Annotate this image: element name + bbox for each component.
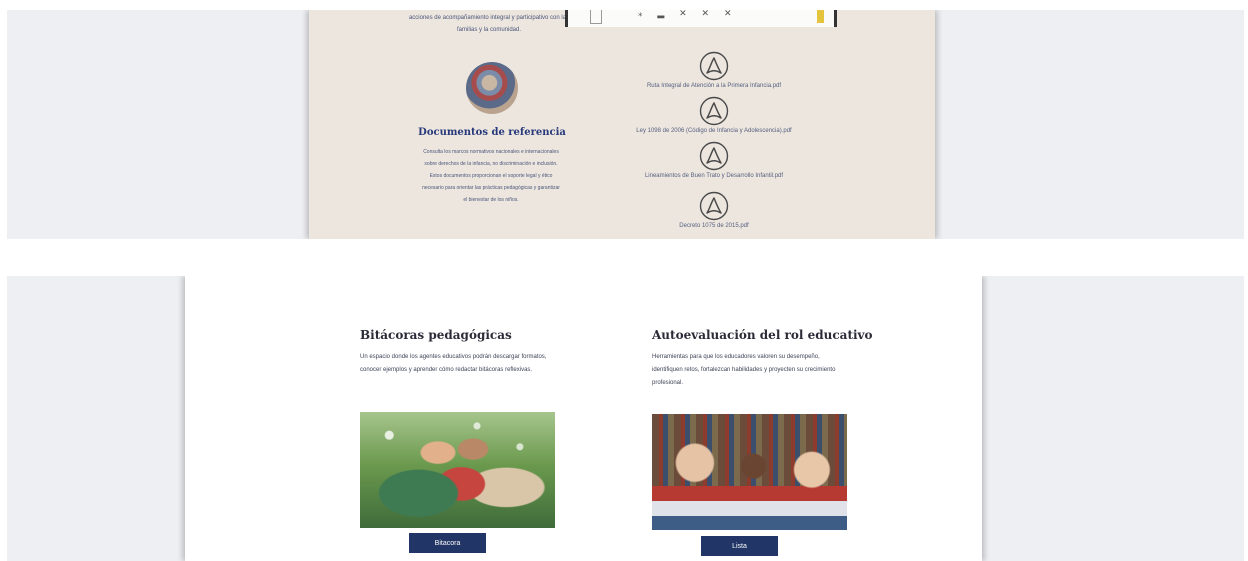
- documents-avatar-image: [466, 62, 518, 114]
- bottom-screenshot-panel: Bitácoras pedagógicas Un espacio donde l…: [7, 276, 1244, 561]
- documents-description: Consulta los marcos normativos nacionale…: [422, 149, 560, 203]
- pdf-file-name: Ley 1098 de 2006 (Código de Infancia y A…: [636, 128, 792, 134]
- image-frame-decoration: [590, 10, 602, 24]
- documents-title: Documentos de referencia: [418, 127, 566, 138]
- top-screenshot-panel: acciones de acompañamiento integral y pa…: [7, 10, 1244, 239]
- intro-text: acciones de acompañamiento integral y pa…: [408, 15, 570, 33]
- bitacora-button[interactable]: Bitacora: [409, 533, 486, 553]
- pdf-file-item[interactable]: Ruta Integral de Atención a la Primera I…: [599, 51, 829, 90]
- pdf-acrobat-icon: [699, 96, 729, 126]
- pdf-file-name: Decreto 1075 de 2015.pdf: [679, 223, 749, 229]
- header-image: ⁎ ▂ ✕ ✕ ✕: [565, 10, 837, 27]
- pdf-file-item[interactable]: Ley 1098 de 2006 (Código de Infancia y A…: [599, 96, 829, 135]
- bitacoras-title: Bitácoras pedagógicas: [360, 328, 512, 342]
- pdf-acrobat-icon: [699, 141, 729, 171]
- image-decoration: ⁎ ▂ ✕ ✕ ✕: [638, 10, 738, 19]
- pdf-file-item[interactable]: Decreto 1075 de 2015.pdf: [599, 191, 829, 230]
- pdf-file-item[interactable]: Lineamientos de Buen Trato y Desarrollo …: [599, 141, 829, 180]
- children-library-image: [652, 414, 847, 530]
- pdf-acrobat-icon: [699, 191, 729, 221]
- autoevaluacion-description: Herramientas para que los educadores val…: [652, 354, 836, 386]
- documents-card: acciones de acompañamiento integral y pa…: [309, 10, 935, 239]
- pdf-acrobat-icon: [699, 51, 729, 81]
- pdf-file-name: Ruta Integral de Atención a la Primera I…: [646, 83, 782, 89]
- image-accent: [817, 10, 824, 23]
- children-bubbles-image: [360, 412, 555, 528]
- lista-button[interactable]: Lista: [701, 536, 778, 556]
- bitacoras-description: Un espacio donde los agentes educativos …: [360, 354, 547, 373]
- autoevaluacion-title: Autoevaluación del rol educativo: [652, 328, 873, 342]
- pdf-file-name: Lineamientos de Buen Trato y Desarrollo …: [644, 173, 784, 179]
- bitacoras-section: Bitácoras pedagógicas Un espacio donde l…: [360, 328, 560, 553]
- autoevaluacion-section: Autoevaluación del rol educativo Herrami…: [652, 328, 873, 556]
- resources-card: Bitácoras pedagógicas Un espacio donde l…: [185, 276, 982, 561]
